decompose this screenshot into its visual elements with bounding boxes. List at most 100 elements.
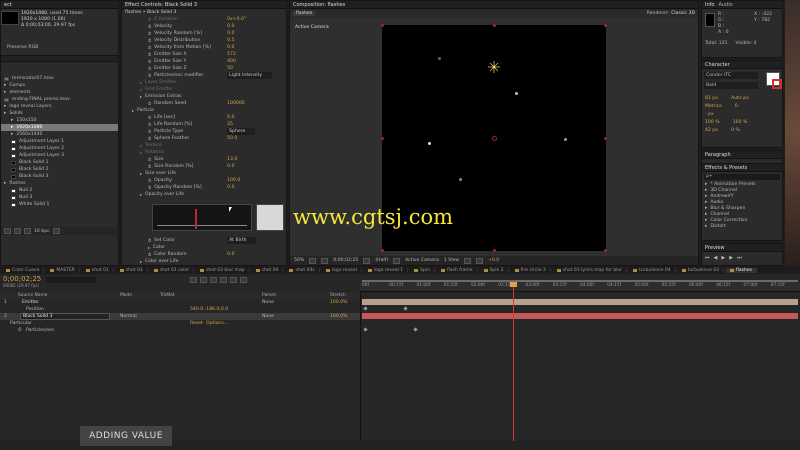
font-size-value[interactable]: 81 px <box>705 96 718 101</box>
stopwatch-icon[interactable]: ⏱ <box>148 177 151 184</box>
disclosure-triangle-icon[interactable]: ▸ <box>148 244 150 251</box>
timeline-tab[interactable]: flashes <box>726 267 757 273</box>
stopwatch-icon[interactable]: ⏱ <box>148 237 151 244</box>
property-value[interactable]: 13.0 <box>227 156 237 163</box>
stopwatch-icon[interactable]: ⏱ <box>148 16 151 23</box>
property-value[interactable]: 100.0 <box>227 177 240 184</box>
effect-property-row[interactable]: ▸ Color over Life <box>122 258 286 265</box>
camera-snapshot-icon[interactable] <box>363 257 371 264</box>
keyframe[interactable] <box>363 306 368 311</box>
stopwatch-icon[interactable]: ⏱ <box>148 121 151 128</box>
effect-property-row[interactable]: ⏱ Velocity 0.0 <box>122 23 286 30</box>
layer-bar-emitter[interactable] <box>362 299 798 305</box>
tab-effect-controls[interactable]: Effect Controls: Black Solid 3 <box>125 2 197 8</box>
shy-layers-icon[interactable] <box>210 277 217 283</box>
project-item[interactable]: ▸ 1920x1080 <box>1 124 118 131</box>
leading-value[interactable]: Auto px <box>731 96 749 101</box>
first-frame-icon[interactable]: ⏮ <box>705 255 710 261</box>
effect-property-row[interactable]: ⏱ Color Random 0.0 <box>122 251 286 258</box>
interpret-footage-icon[interactable] <box>4 228 11 234</box>
last-frame-icon[interactable]: ⏭ <box>737 255 742 261</box>
property-value[interactable]: 0.5 <box>227 37 234 44</box>
timeline-tab[interactable]: shot 04c <box>285 267 320 273</box>
project-item[interactable]: ▸ flashes <box>1 180 118 187</box>
graph-editor-icon[interactable] <box>240 277 247 283</box>
play-icon[interactable]: ▶ <box>721 255 725 261</box>
timeline-tab[interactable]: shot 01 <box>82 267 114 273</box>
effect-property-row[interactable]: ▸ Emission Extras <box>122 93 286 100</box>
timeline-search[interactable] <box>46 277 96 283</box>
layer-name[interactable]: Black Solid 3 <box>20 313 110 320</box>
project-item[interactable]: ▸ 150x150 <box>1 117 118 124</box>
tab-character[interactable]: Character <box>705 62 730 68</box>
tab-audio[interactable]: Audio <box>718 2 732 8</box>
stopwatch-icon[interactable]: ⏱ <box>148 251 151 258</box>
stopwatch-icon[interactable]: ⏱ <box>148 37 151 44</box>
trash-icon[interactable] <box>52 228 60 234</box>
property-value[interactable]: 0.0 <box>227 163 234 170</box>
stopwatch-icon[interactable]: ⏱ <box>148 184 151 191</box>
project-item[interactable]: Black Solid 3 <box>1 173 118 180</box>
property-value[interactable]: 572 <box>227 51 236 58</box>
font-style-select[interactable]: Bold <box>704 82 758 89</box>
tab-effects-presets[interactable]: Effects & Presets <box>705 165 747 171</box>
timeline-tab[interactable]: Spin <box>410 267 435 273</box>
disclosure-triangle-icon[interactable]: ▸ <box>705 224 707 230</box>
stopwatch-icon[interactable]: ⏱ <box>148 100 151 107</box>
layer-stretch[interactable]: 100.0% <box>330 313 348 320</box>
project-item[interactable]: Adjustment Layer 1 <box>1 138 118 145</box>
effect-property-row[interactable]: ⏱ Z Rotation 0x+0.0° <box>122 16 286 23</box>
bpc-label[interactable]: 16 bpc <box>34 229 50 234</box>
baseline-value[interactable]: 42 px <box>705 128 718 133</box>
presets-box[interactable] <box>256 204 284 231</box>
layer-row-particles-sec[interactable]: ⏱ Particles/sec <box>0 327 360 334</box>
effect-property-row[interactable]: ⏱ Life Random [%] 25 <box>122 121 286 128</box>
project-item[interactable]: ▸ 2560x1440 <box>1 131 118 138</box>
property-value[interactable]: 0.0 <box>227 251 234 258</box>
stopwatch-icon[interactable]: ⏱ <box>148 135 151 142</box>
project-item[interactable]: ending FINAL prores.mov <box>1 96 118 103</box>
keyframe[interactable] <box>403 306 408 311</box>
tab-flashes[interactable]: flashes <box>293 11 316 16</box>
layer-mode[interactable]: Normal <box>120 313 137 320</box>
timeline-tab[interactable]: logo reveal 1 <box>364 267 409 273</box>
project-item[interactable]: ▸ Comps <box>1 82 118 89</box>
effect-property-row[interactable]: ⏱ Opacity 100.0 <box>122 177 286 184</box>
disclosure-triangle-icon[interactable]: ▸ <box>140 258 142 265</box>
timeline-tab[interactable]: shot 03 lyrics map for blur <box>553 267 628 273</box>
frame-blending-icon[interactable] <box>220 277 227 283</box>
effect-property-row[interactable]: ⏱ Size Random [%] 0.0 <box>122 163 286 170</box>
disclosure-triangle-icon[interactable]: ▸ <box>132 107 134 114</box>
timeline-tab[interactable]: Color Cuave <box>2 267 45 273</box>
effect-property-row[interactable]: ⏱ Velocity Distribution 0.5 <box>122 37 286 44</box>
project-item[interactable]: ▸ Solids <box>1 110 118 117</box>
effect-property-row[interactable]: ⏱ Particle Type Sphere <box>122 128 286 135</box>
effect-property-row[interactable]: ▸ Size over Life <box>122 170 286 177</box>
disclosure-triangle-icon[interactable]: ▸ <box>140 93 142 100</box>
draft-3d-icon[interactable] <box>200 277 207 283</box>
timeline-tab[interactable]: fire circle 3 <box>511 267 551 273</box>
timeline-tab[interactable]: MASTER <box>46 267 80 273</box>
next-frame-icon[interactable]: ▶ <box>729 255 733 261</box>
roi-icon[interactable] <box>393 257 401 264</box>
effect-property-row[interactable]: ▸ Opacity over Life <box>122 191 286 198</box>
effect-property-row[interactable]: ⏱ Sphere Feather 50.0 <box>122 135 286 142</box>
exposure-value[interactable]: +0.0 <box>488 258 499 263</box>
stopwatch-icon[interactable]: ⏱ <box>148 23 151 30</box>
timeline-tab[interactable]: turbulence 03 <box>678 267 725 273</box>
property-value[interactable]: 0.0 <box>227 30 234 37</box>
property-value[interactable]: 100000 <box>227 100 245 107</box>
keyframe[interactable] <box>363 327 368 332</box>
effect-property-row[interactable]: ⏱ Opacity Random [%] 0.0 <box>122 184 286 191</box>
layer-parent[interactable]: None <box>262 313 274 320</box>
stopwatch-icon[interactable]: ⏱ <box>148 44 151 51</box>
project-search-bar[interactable] <box>1 55 118 62</box>
stopwatch-icon[interactable]: ⏱ <box>148 156 151 163</box>
resolution-select[interactable]: (Half) <box>375 258 388 263</box>
property-value[interactable]: 0.0 <box>227 184 234 191</box>
property-value[interactable]: 0.0 <box>227 23 234 30</box>
effect-property-row[interactable]: ▸ Grid Emitter <box>122 86 286 93</box>
work-area-bar[interactable] <box>362 280 798 282</box>
fast-preview-icon[interactable] <box>476 257 484 264</box>
safe-zones-icon[interactable] <box>309 257 317 264</box>
